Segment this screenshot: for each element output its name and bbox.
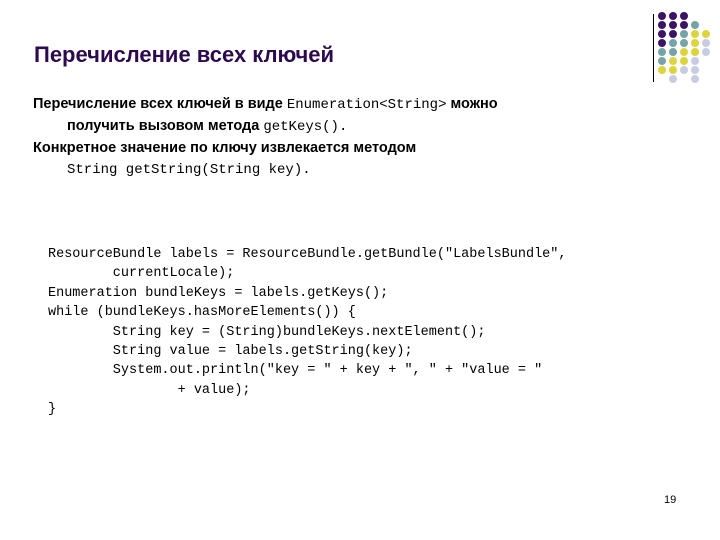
code-line: while (bundleKeys.hasMoreElements()) {	[48, 305, 356, 321]
code-line: + value);	[48, 382, 251, 398]
dot-icon	[702, 39, 710, 47]
body-line-2-code: getKeys().	[263, 119, 348, 135]
dot-icon	[680, 21, 688, 29]
code-sample: ResourceBundle labels = ResourceBundle.g…	[48, 245, 566, 420]
dot-icon	[680, 30, 688, 38]
body-line-1-text-b: можно	[446, 96, 498, 112]
dot-icon	[691, 66, 699, 74]
dot-icon	[658, 39, 666, 47]
page-title: Перечисление всех ключей	[34, 42, 335, 67]
code-line: System.out.println("key = " + key + ", "…	[48, 363, 543, 379]
dot-icon	[669, 66, 677, 74]
template-logo	[648, 12, 712, 88]
dot-icon	[680, 12, 688, 20]
dot-icon	[658, 21, 666, 29]
dot-icon	[669, 12, 677, 20]
body-line-2: получить вызовом метода getKeys().	[33, 116, 693, 138]
body-line-2-text: получить вызовом метода	[67, 118, 264, 134]
slide: Перечисление всех ключей Перечисление вс…	[0, 0, 720, 540]
page-number: 19	[664, 494, 677, 506]
dot-icon	[669, 57, 677, 65]
code-line: Enumeration bundleKeys = labels.getKeys(…	[48, 285, 389, 301]
dot-icon	[669, 30, 677, 38]
code-line: ResourceBundle labels = ResourceBundle.g…	[48, 247, 567, 262]
body-line-1: Перечисление всех ключей в виде Enumerat…	[33, 94, 693, 116]
body-line-4-code: String getString(String key).	[67, 162, 311, 178]
dot-icon	[669, 21, 677, 29]
dot-grid-icon	[658, 12, 712, 88]
dot-icon	[669, 48, 677, 56]
dot-icon	[680, 48, 688, 56]
dot-icon	[658, 30, 666, 38]
body-text: Перечисление всех ключей в виде Enumerat…	[33, 94, 693, 181]
dot-icon	[691, 39, 699, 47]
dot-icon	[691, 75, 699, 83]
body-line-1-text-a: Перечисление всех ключей в виде	[33, 96, 287, 112]
code-line: String value = labels.getString(key);	[48, 344, 413, 360]
body-line-4: String getString(String key).	[33, 159, 693, 181]
body-line-3-text: Конкретное значение по ключу извлекается…	[33, 140, 417, 156]
dot-icon	[702, 48, 710, 56]
dot-icon	[658, 66, 666, 74]
code-line: }	[48, 402, 57, 418]
dot-icon	[691, 30, 699, 38]
code-line: String key = (String)bundleKeys.nextElem…	[48, 324, 486, 340]
dot-icon	[669, 39, 677, 47]
dot-icon	[669, 75, 677, 83]
dot-icon	[658, 57, 666, 65]
dot-icon	[658, 12, 666, 20]
dot-icon	[691, 57, 699, 65]
body-line-1-code: Enumeration<String>	[286, 97, 447, 113]
dot-icon	[680, 66, 688, 74]
logo-vertical-rule	[653, 14, 654, 82]
dot-icon	[680, 57, 688, 65]
dot-icon	[680, 39, 688, 47]
body-line-3: Конкретное значение по ключу извлекается…	[33, 138, 693, 159]
dot-icon	[691, 21, 699, 29]
dot-icon	[658, 48, 666, 56]
dot-icon	[702, 30, 710, 38]
code-line: currentLocale);	[48, 266, 235, 282]
dot-icon	[691, 48, 699, 56]
